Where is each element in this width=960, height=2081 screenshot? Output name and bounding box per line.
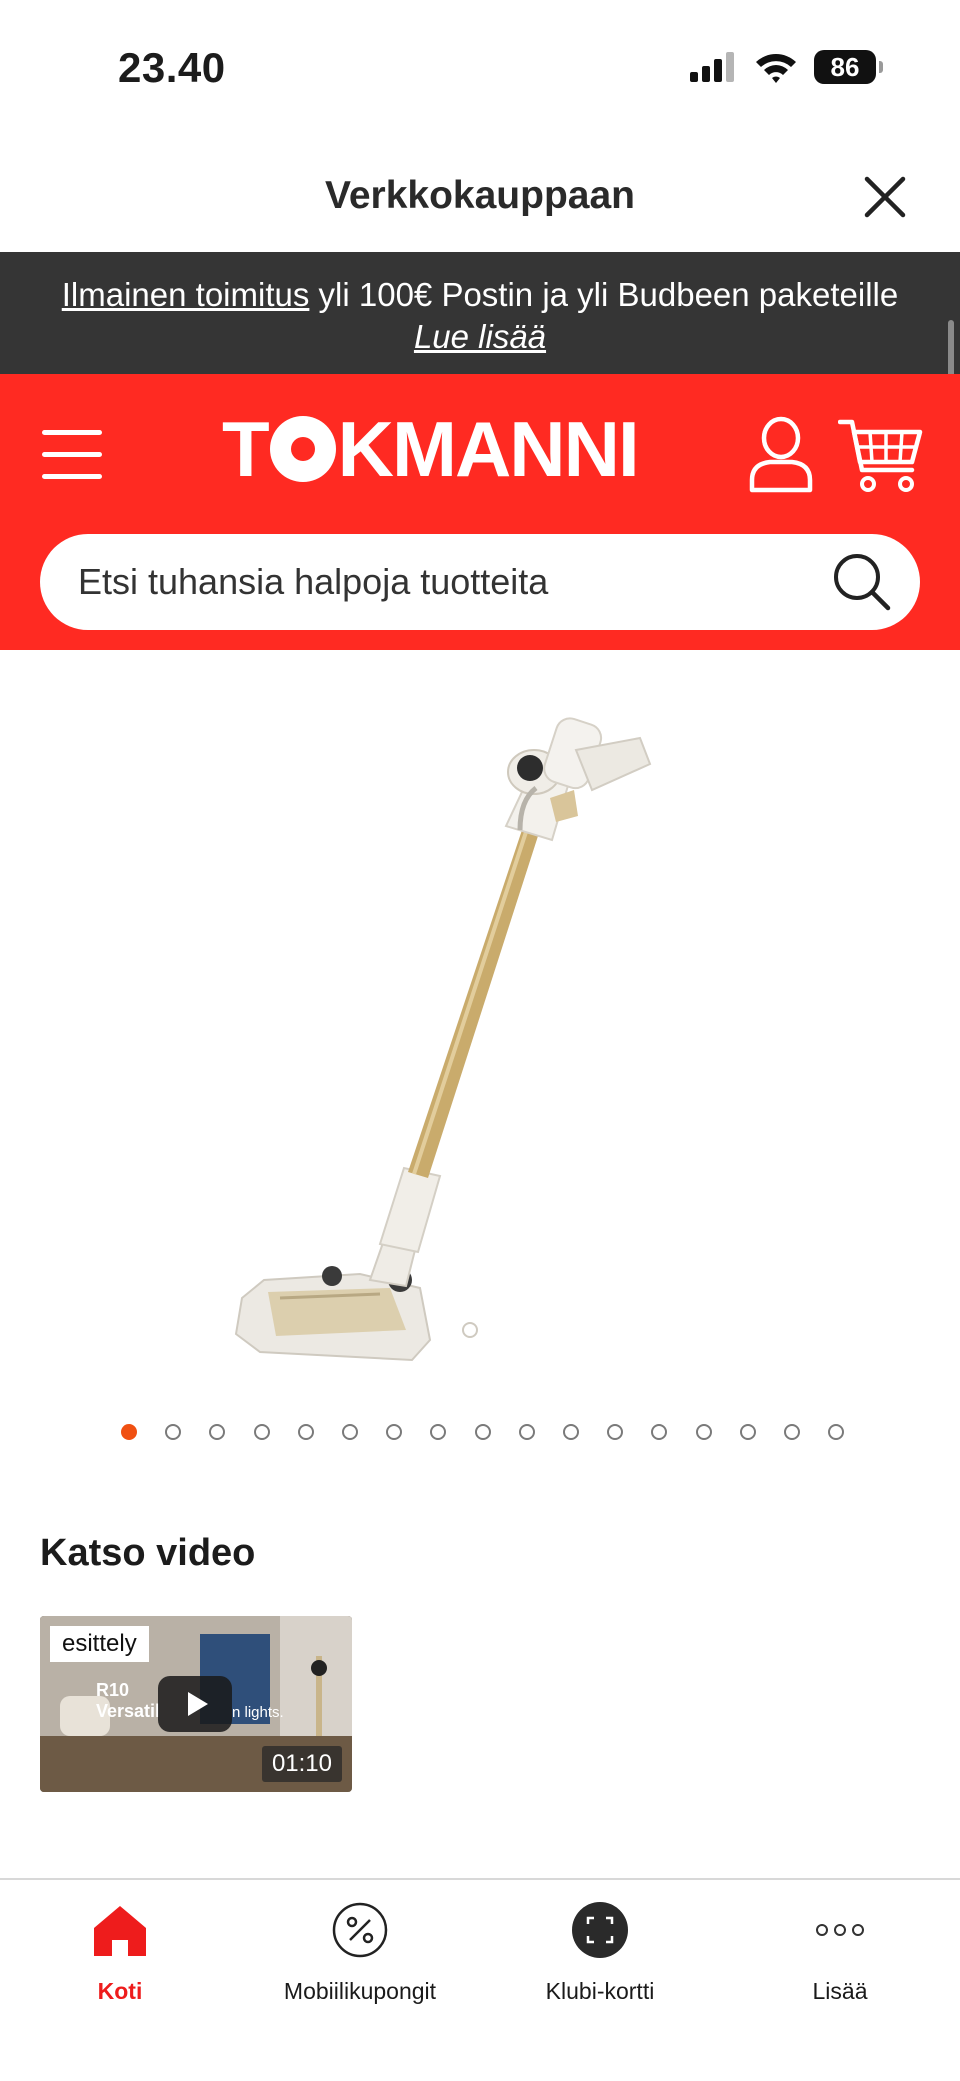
carousel-dot[interactable] [607, 1424, 624, 1440]
video-tag: esittely [50, 1626, 149, 1662]
wifi-icon [756, 54, 796, 83]
page-title: Verkkokauppaan [325, 174, 635, 217]
carousel-dot[interactable] [342, 1424, 358, 1440]
menu-icon-bar [42, 452, 102, 457]
more-icon [816, 1924, 864, 1936]
cellular-signal-icon [690, 52, 734, 82]
nav-label-club-card: Klubi-kortti [545, 1978, 655, 2004]
nav-label-more: Lisää [812, 1978, 868, 2004]
promo-banner: Ilmainen toimitus yli 100€ Postin ja yli… [0, 252, 960, 374]
battery-indicator: 86 [814, 50, 883, 84]
logo-o-mark [269, 416, 336, 482]
carousel-dot[interactable] [430, 1424, 447, 1440]
search-input[interactable] [78, 561, 798, 603]
nav-item-club-card[interactable]: Klubi-kortti [480, 1900, 720, 2040]
carousel-dot[interactable] [297, 1424, 314, 1440]
title-bar: Verkkokauppaan [0, 140, 960, 252]
carousel-dot[interactable] [121, 1424, 137, 1440]
promo-detail: yli 100€ Postin ja yli Budbeen paketeill… [309, 276, 899, 313]
image-carousel-dots [0, 1424, 960, 1442]
nav-label-home: Koti [97, 1978, 143, 2004]
carousel-dot[interactable] [695, 1424, 712, 1440]
coupon-icon [332, 1902, 388, 1958]
menu-button[interactable] [42, 430, 104, 480]
carousel-dot[interactable] [474, 1424, 491, 1440]
cart-icon[interactable] [838, 414, 924, 496]
video-duration: 01:10 [261, 1746, 342, 1782]
free-delivery-link[interactable]: Ilmainen toimitus [62, 276, 310, 313]
video-overlay-title: R10 Versatil [96, 1680, 160, 1722]
store-header: T KMANNI [0, 374, 960, 650]
carousel-dot[interactable] [518, 1424, 535, 1440]
carousel-dot[interactable] [209, 1424, 226, 1440]
carousel-dot[interactable] [563, 1424, 579, 1440]
video-section-heading: Katso video [40, 1532, 256, 1574]
carousel-dot[interactable] [828, 1424, 845, 1440]
carousel-dot[interactable] [651, 1424, 668, 1440]
video-overlay-text: Versatil [96, 1701, 161, 1721]
search-bar [40, 534, 920, 630]
carousel-dot[interactable] [784, 1424, 800, 1440]
nav-label-coupons: Mobiilikupongit [283, 1978, 437, 2004]
scan-card-icon [572, 1902, 628, 1958]
carousel-dot[interactable] [739, 1424, 756, 1440]
bottom-navigation: Koti Mobiilikupongit Klubi-kortti Lisää [0, 1878, 960, 2081]
status-time: 23.40 [118, 44, 226, 91]
tokmanni-logo[interactable]: T KMANNI [222, 404, 640, 494]
user-icon[interactable] [748, 416, 814, 494]
home-icon [94, 1906, 146, 1956]
status-bar: 23.40 86 [0, 0, 960, 140]
product-image-vacuum[interactable] [220, 680, 740, 1410]
logo-text-right: KMANNI [337, 404, 640, 493]
menu-icon-bar [42, 474, 102, 479]
carousel-dot[interactable] [386, 1424, 403, 1440]
video-thumbnail[interactable]: esittely R10 Versatil n lights. 01:10 [40, 1616, 352, 1792]
nav-item-coupons[interactable]: Mobiilikupongit [240, 1900, 480, 2040]
menu-icon [42, 430, 102, 435]
carousel-dot[interactable] [253, 1424, 270, 1440]
video-overlay-subtitle: n lights. [232, 1704, 284, 1721]
promo-text: Ilmainen toimitus yli 100€ Postin ja yli… [0, 252, 960, 314]
logo-text-left: T [222, 404, 270, 493]
play-icon[interactable] [158, 1676, 232, 1732]
video-overlay-model: R10 [96, 1680, 130, 1700]
search-icon[interactable] [830, 550, 894, 614]
status-icons: 86 [690, 50, 883, 84]
nav-item-home[interactable]: Koti [0, 1900, 240, 2040]
read-more-link[interactable]: Lue lisää [0, 318, 960, 356]
carousel-dot[interactable] [165, 1424, 182, 1440]
nav-item-more[interactable]: Lisää [720, 1900, 960, 2040]
close-icon[interactable] [862, 174, 908, 220]
